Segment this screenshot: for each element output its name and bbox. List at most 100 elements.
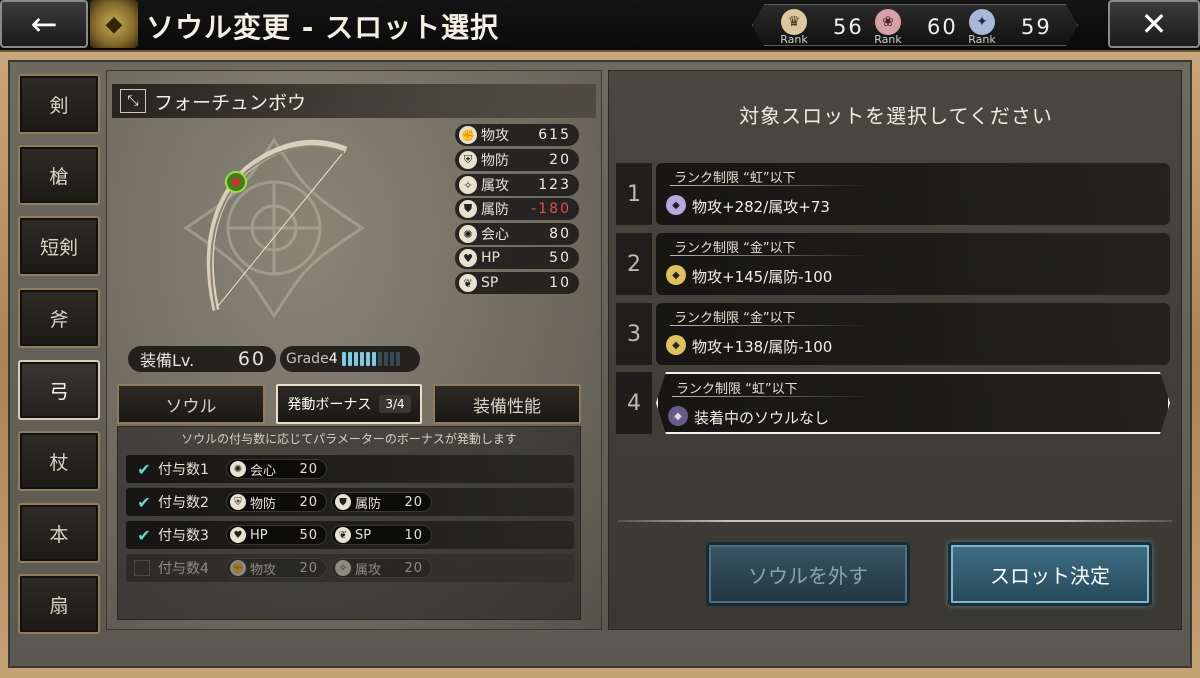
tab-performance-label: 装備性能 <box>473 396 541 417</box>
bonus-pill-label: SP <box>355 527 372 543</box>
stat-elem-attack: ✧ 属攻 123 <box>455 174 579 196</box>
checkmark-icon: ✔ <box>137 492 151 512</box>
bonus-pill-label: 物攻 <box>250 562 277 578</box>
soul-gem-icon: ◆ <box>666 195 686 215</box>
rank-panel: ♛ Rank 56 ❀ Rank 60 ✦ Rank 59 <box>752 4 1078 46</box>
slot-number: 4 <box>616 372 652 434</box>
slot-2[interactable]: 2 ランク制限 “金”以下 ◆ 物攻+145/属防-100 <box>616 233 1170 295</box>
slot-soul-text: 装着中のソウルなし <box>694 409 830 427</box>
side-tab-bow[interactable]: 弓 <box>18 360 100 420</box>
rank-label: Rank <box>780 33 808 46</box>
weapon-name-bar: ⤡ フォーチュンボウ <box>112 84 596 118</box>
back-button[interactable]: ← <box>0 0 88 48</box>
confirm-slot-button[interactable]: スロット決定 <box>948 542 1152 606</box>
bonus-pill-label: 属防 <box>355 496 382 512</box>
bonus-row-label: 付与数1 <box>158 462 209 478</box>
grade-value: 4 <box>328 351 338 367</box>
bonus-pill-label: 属攻 <box>355 562 382 578</box>
stat-value: 20 <box>549 152 571 168</box>
grade-indicator: Grade 4 <box>280 346 420 372</box>
tab-performance[interactable]: 装備性能 <box>433 384 581 424</box>
bonus-pill: ✧ 属攻 20 <box>331 558 432 578</box>
tab-soul[interactable]: ソウル <box>117 384 265 424</box>
slot-divider <box>670 255 870 256</box>
bonus-pill: ♥ HP 50 <box>226 525 327 545</box>
rank-crest-icon: ❀ <box>875 9 901 35</box>
slot-panel-title: 対象スロットを選択してください <box>739 104 1053 128</box>
bonus-count-badge: 3/4 <box>379 395 411 413</box>
grade-label: Grade <box>286 351 329 367</box>
bonus-row-label: 付与数4 <box>158 561 209 577</box>
side-tab-dagger[interactable]: 短剣 <box>18 216 100 276</box>
bonus-row-3: ✔ 付与数3 ♥ HP 50 ❦ SP 10 <box>126 521 574 549</box>
slot-number: 1 <box>616 163 652 225</box>
stat-value: -180 <box>531 201 571 217</box>
stat-label: HP <box>481 250 500 266</box>
slot-4[interactable]: 4 ランク制限 “虹”以下 ◆ 装着中のソウルなし <box>616 372 1170 434</box>
stat-value: 80 <box>549 226 571 242</box>
side-tab-label: 剣 <box>49 94 69 117</box>
soul-gem-icon: ◆ <box>668 406 688 426</box>
stat-sp: ❦ SP 10 <box>455 272 579 294</box>
bonus-row-label: 付与数3 <box>158 528 209 544</box>
stat-label: 会心 <box>481 227 509 243</box>
weapon-image <box>183 137 365 319</box>
side-tab-axe[interactable]: 斧 <box>18 288 100 348</box>
heart-icon: ♥ <box>459 249 477 267</box>
tab-bonus[interactable]: 発動ボーナス 3/4 <box>276 384 422 424</box>
side-tab-book[interactable]: 本 <box>18 503 100 563</box>
side-tab-sword[interactable]: 剣 <box>18 74 100 134</box>
bonus-row-label: 付与数2 <box>158 495 209 511</box>
side-tab-fan[interactable]: 扇 <box>18 574 100 634</box>
tab-soul-label: ソウル <box>165 396 217 417</box>
slot-rank-limit: ランク制限 “金”以下 <box>674 311 796 326</box>
side-tab-label: 斧 <box>49 308 69 331</box>
grade-pip <box>377 352 382 366</box>
remove-soul-button[interactable]: ソウルを外す <box>706 542 910 606</box>
stat-label: SP <box>481 275 499 291</box>
grade-pip <box>347 352 352 366</box>
slot-soul-text: 物攻+145/属防-100 <box>692 268 833 286</box>
stat-value: 50 <box>549 250 571 266</box>
rank-crest-icon: ♛ <box>781 9 807 35</box>
slot-1[interactable]: 1 ランク制限 “虹”以下 ◆ 物攻+282/属攻+73 <box>616 163 1170 225</box>
confirm-slot-label: スロット決定 <box>990 563 1110 588</box>
soul-gem-icon: ◆ <box>666 265 686 285</box>
grade-pip <box>365 352 370 366</box>
elem-attack-icon: ✧ <box>335 560 351 576</box>
slot-number: 2 <box>616 233 652 295</box>
bonus-pill-value: 50 <box>299 527 318 543</box>
stat-elem-defense: ⛊ 属防 -180 <box>455 198 579 220</box>
bonus-pill-value: 20 <box>299 461 318 477</box>
critical-icon: ✺ <box>230 461 246 477</box>
side-tab-label: 槍 <box>49 165 69 188</box>
stat-value: 123 <box>538 177 571 193</box>
stat-label: 物攻 <box>481 128 509 144</box>
stat-label: 属攻 <box>481 178 509 194</box>
soul-emblem-icon: ◆ <box>90 0 138 48</box>
slot-body: ランク制限 “金”以下 ◆ 物攻+138/属防-100 <box>656 303 1170 365</box>
slot-rank-limit: ランク制限 “虹”以下 <box>674 171 796 186</box>
side-tab-spear[interactable]: 槍 <box>18 145 100 205</box>
side-tab-label: 短剣 <box>39 236 78 259</box>
checkbox-empty-icon <box>134 560 150 576</box>
tab-bonus-label: 発動ボーナス <box>287 397 372 413</box>
bonus-pill-label: 会心 <box>250 463 277 479</box>
slot-body: ランク制限 “金”以下 ◆ 物攻+145/属防-100 <box>656 233 1170 295</box>
close-button[interactable]: ✕ <box>1108 0 1200 48</box>
page-title: ソウル変更 - スロット選択 <box>146 11 500 44</box>
stat-phys-defense: ⛨ 物防 20 <box>455 149 579 171</box>
bonus-pill-value: 20 <box>299 560 318 576</box>
bonus-pill: ✺ 会心 20 <box>226 459 327 479</box>
bonus-pill: ✊ 物攻 20 <box>226 558 327 578</box>
slot-divider <box>670 325 870 326</box>
slot-rank-limit: ランク制限 “虹”以下 <box>676 382 798 397</box>
rank-value: 56 <box>833 15 864 39</box>
stat-label: 属防 <box>481 202 509 218</box>
side-tab-staff[interactable]: 杖 <box>18 431 100 491</box>
slot-3[interactable]: 3 ランク制限 “金”以下 ◆ 物攻+138/属防-100 <box>616 303 1170 365</box>
stat-value: 615 <box>538 127 571 143</box>
rank-value: 59 <box>1021 15 1052 39</box>
bonus-pill-value: 20 <box>299 494 318 510</box>
bonus-row-4: 付与数4 ✊ 物攻 20 ✧ 属攻 20 <box>126 554 574 582</box>
